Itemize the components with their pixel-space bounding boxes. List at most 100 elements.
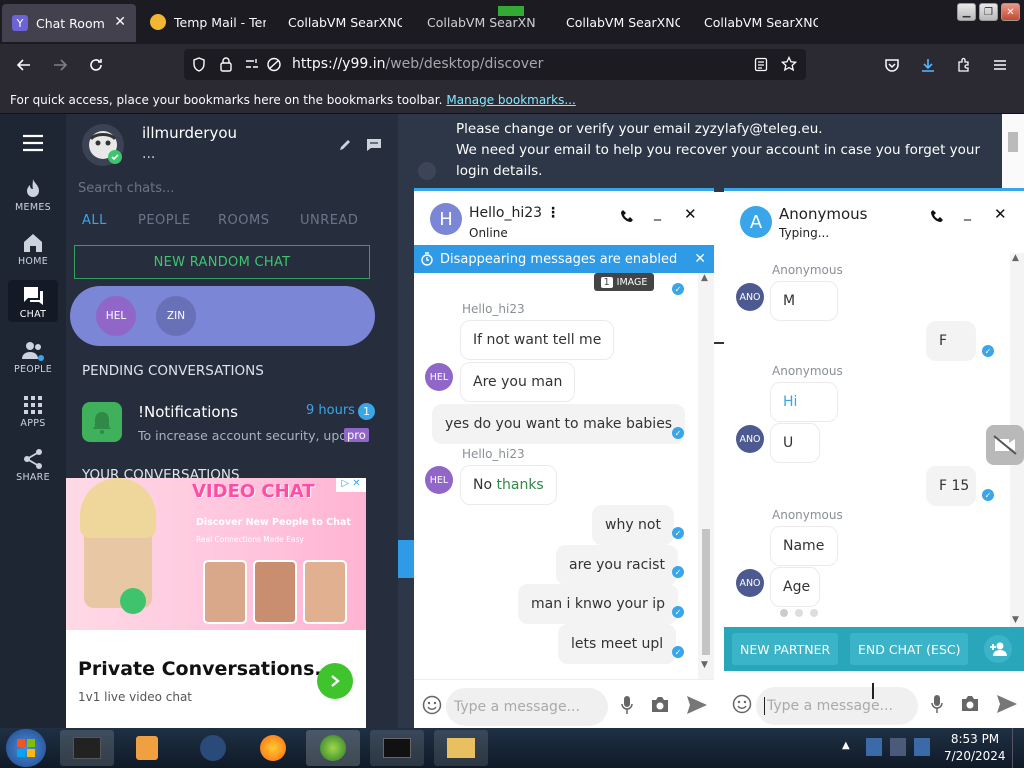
taskbar-app-globe[interactable] bbox=[186, 730, 240, 766]
minimize-window-button[interactable]: ▁ bbox=[957, 3, 976, 21]
back-button[interactable] bbox=[8, 44, 40, 86]
search-chats-input[interactable]: Search chats... bbox=[78, 181, 174, 196]
read-check-icon: ✓ bbox=[982, 345, 994, 357]
chat-partner-status: Typing... bbox=[779, 226, 830, 240]
extensions-button[interactable] bbox=[948, 44, 980, 86]
manage-bookmarks-link[interactable]: Manage bookmarks... bbox=[446, 93, 575, 107]
chat-partner-name[interactable]: Anonymous bbox=[779, 205, 867, 223]
taskbar-app-windows[interactable] bbox=[306, 730, 360, 766]
emoji-icon[interactable] bbox=[732, 694, 752, 714]
chat-partner-name[interactable]: Hello_hi23 bbox=[469, 205, 542, 221]
filter-tab-people[interactable]: PEOPLE bbox=[138, 213, 191, 228]
message-input[interactable]: Type a message... bbox=[446, 688, 608, 726]
rail-item-home[interactable]: HOME bbox=[0, 232, 66, 267]
image-attachment[interactable]: 1 IMAGE bbox=[594, 273, 654, 291]
add-friend-button[interactable] bbox=[984, 635, 1012, 663]
shield-icon[interactable] bbox=[192, 57, 206, 72]
camera-icon[interactable] bbox=[650, 696, 670, 713]
divider bbox=[714, 342, 724, 344]
avatar[interactable] bbox=[82, 124, 124, 166]
hamburger-menu-button[interactable] bbox=[22, 134, 44, 152]
reload-button[interactable] bbox=[80, 44, 112, 86]
pocket-button[interactable] bbox=[876, 44, 908, 86]
message-sender: Anonymous bbox=[772, 364, 843, 378]
banner-text: Disappearing messages are enabled bbox=[440, 251, 678, 267]
rail-item-chat[interactable]: CHAT bbox=[8, 280, 58, 322]
tray-display-icon[interactable] bbox=[890, 738, 906, 756]
minimize-chat-icon[interactable]: _ bbox=[964, 205, 971, 221]
lock-icon[interactable] bbox=[220, 57, 232, 72]
filter-tab-all[interactable]: ALL bbox=[82, 213, 107, 228]
app-menu-button[interactable] bbox=[984, 44, 1016, 86]
clock-date[interactable]: 7/20/2024 bbox=[944, 749, 1006, 763]
message-composer: Type a message... bbox=[414, 679, 714, 728]
downloads-button[interactable] bbox=[912, 44, 944, 86]
microphone-icon[interactable] bbox=[620, 695, 634, 715]
rail-item-memes[interactable]: MEMES bbox=[0, 178, 66, 213]
taskbar-app-firefox[interactable] bbox=[246, 730, 300, 766]
video-chat-ad[interactable]: VIDEO CHAT Discover New People to Chat R… bbox=[66, 478, 366, 728]
more-options-icon[interactable]: ⋮ bbox=[546, 205, 560, 221]
bookmark-star-icon[interactable] bbox=[781, 56, 797, 72]
phone-call-icon[interactable] bbox=[930, 209, 944, 223]
filter-tab-unread[interactable]: UNREAD bbox=[300, 213, 358, 228]
send-icon[interactable] bbox=[996, 694, 1018, 714]
phone-call-icon[interactable] bbox=[620, 209, 634, 223]
close-chat-icon[interactable]: ✕ bbox=[684, 205, 697, 223]
taskbar-app-display[interactable] bbox=[370, 730, 424, 766]
reader-view-icon[interactable] bbox=[754, 57, 768, 72]
taskbar-app-explorer[interactable] bbox=[434, 730, 488, 766]
rail-item-share[interactable]: SHARE bbox=[0, 448, 66, 483]
send-icon[interactable] bbox=[686, 695, 708, 715]
avatar[interactable]: H bbox=[430, 203, 462, 235]
url-bar[interactable]: https://y99.in/web/desktop/discover bbox=[184, 49, 806, 80]
tab-collabvm-searxng-3[interactable]: CollabVM SearXNG bbox=[554, 0, 680, 44]
close-tab-icon[interactable]: ✕ bbox=[114, 14, 126, 30]
microphone-icon[interactable] bbox=[930, 694, 944, 714]
tab-chat-room[interactable]: Y Chat Room ✕ bbox=[2, 4, 136, 42]
text-cursor bbox=[872, 683, 874, 699]
close-window-button[interactable]: ✕ bbox=[1001, 3, 1020, 21]
page-scrollbar[interactable] bbox=[1002, 114, 1024, 194]
forward-button[interactable] bbox=[44, 44, 76, 86]
clock-time[interactable]: 8:53 PM bbox=[948, 732, 1002, 746]
ad-next-arrow-button[interactable] bbox=[317, 663, 353, 699]
show-hidden-icons-icon[interactable]: ▲ bbox=[842, 740, 850, 751]
minimize-chat-icon[interactable]: _ bbox=[654, 205, 661, 221]
close-chat-icon[interactable]: ✕ bbox=[994, 205, 1007, 223]
show-desktop-button[interactable] bbox=[1012, 728, 1024, 768]
active-chat-avatar-zin[interactable]: ZIN bbox=[156, 296, 196, 336]
message-input[interactable]: Type a message... bbox=[756, 687, 918, 725]
restore-window-button[interactable]: ❐ bbox=[979, 3, 998, 21]
start-button[interactable] bbox=[6, 729, 46, 767]
message-icon[interactable] bbox=[366, 138, 382, 152]
taskbar-app-media-player[interactable] bbox=[120, 730, 174, 766]
new-random-chat-button[interactable]: NEW RANDOM CHAT bbox=[74, 245, 370, 279]
message-link[interactable]: thanks bbox=[497, 477, 544, 493]
rail-item-people[interactable]: PEOPLE bbox=[0, 340, 66, 375]
emoji-icon[interactable] bbox=[422, 695, 442, 715]
tray-network-icon[interactable] bbox=[866, 738, 882, 756]
message-bubble: M bbox=[770, 281, 838, 321]
autoplay-blocked-icon[interactable] bbox=[266, 57, 282, 72]
close-banner-icon[interactable]: ✕ bbox=[694, 251, 706, 267]
active-chat-avatar-hel[interactable]: HEL bbox=[96, 296, 136, 336]
message-list-scrollbar[interactable]: ▲ ▼ bbox=[698, 273, 714, 679]
edit-pencil-icon[interactable] bbox=[338, 138, 352, 152]
tray-volume-icon[interactable] bbox=[914, 738, 930, 756]
list-item-notifications[interactable]: !Notifications 9 hours 1 To increase acc… bbox=[66, 392, 378, 450]
tab-collabvm-searxng-1[interactable]: CollabVM SearXNG bbox=[276, 0, 402, 44]
tab-temp-mail[interactable]: Temp Mail - Temp bbox=[140, 0, 266, 44]
filter-tab-rooms[interactable]: ROOMS bbox=[218, 213, 269, 228]
taskbar-app-terminal[interactable] bbox=[60, 730, 114, 766]
mute-video-button[interactable] bbox=[986, 425, 1024, 465]
ad-choices-icon[interactable]: ▷ ✕ bbox=[336, 478, 366, 492]
camera-icon[interactable] bbox=[960, 695, 980, 712]
ad-thumbnail bbox=[303, 560, 347, 624]
rail-item-apps[interactable]: APPS bbox=[0, 394, 66, 429]
tab-collabvm-searxng-4[interactable]: CollabVM SearXNG bbox=[692, 0, 818, 44]
avatar[interactable]: A bbox=[740, 206, 772, 238]
new-partner-button[interactable]: NEW PARTNER bbox=[732, 633, 839, 665]
end-chat-button[interactable]: END CHAT (ESC) bbox=[850, 633, 969, 665]
permissions-icon[interactable] bbox=[244, 57, 260, 72]
